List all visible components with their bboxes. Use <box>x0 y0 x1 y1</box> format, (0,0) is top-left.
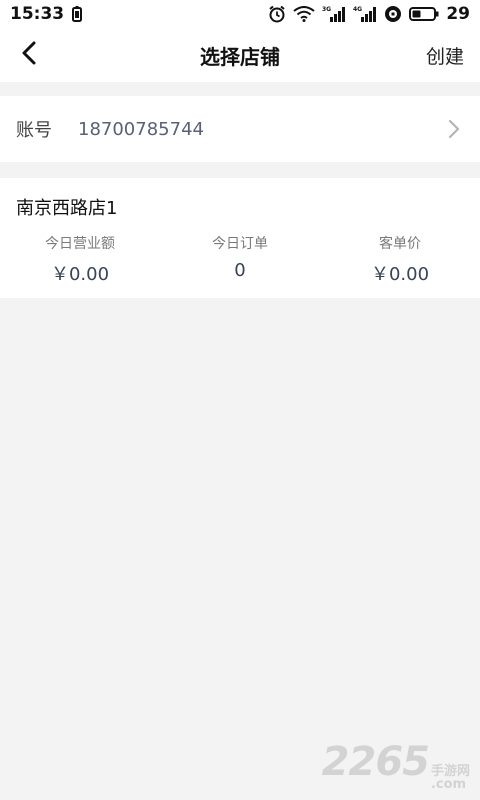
chevron-left-icon <box>21 41 37 69</box>
stat-label: 客单价 <box>379 236 421 252</box>
create-button[interactable]: 创建 <box>426 42 464 69</box>
nav-bar: 选择店铺 创建 <box>0 28 480 82</box>
svg-text:3G: 3G <box>322 6 331 13</box>
battery-icon <box>409 6 439 22</box>
stat-revenue: 今日营业额 ￥0.00 <box>0 234 160 286</box>
watermark-text: 手游网 <box>430 763 470 779</box>
hd-icon <box>384 5 402 23</box>
account-value: 18700785744 <box>78 118 204 140</box>
watermark-domain: .com <box>430 777 467 793</box>
svg-text:4G: 4G <box>353 6 362 13</box>
store-card[interactable]: 南京西路店1 今日营业额 ￥0.00 今日订单 0 客单价 ￥0.00 <box>0 178 480 298</box>
alarm-icon <box>268 5 286 23</box>
stat-label: 今日营业额 <box>45 236 115 252</box>
store-stats: 今日营业额 ￥0.00 今日订单 0 客单价 ￥0.00 <box>0 234 480 286</box>
status-bar: 15:33 3G 4G 29 <box>0 0 480 28</box>
watermark-sub: 手游网 .com <box>431 765 470 792</box>
battery-saver-icon <box>72 6 83 22</box>
signal-4g-icon: 4G <box>353 5 377 23</box>
watermark-number: 2265 <box>321 738 430 785</box>
stat-value: 0 <box>234 260 246 281</box>
stat-value: ￥0.00 <box>370 264 430 285</box>
signal-3g-icon: 3G <box>322 5 346 23</box>
wifi-icon <box>293 6 315 22</box>
status-time: 15:33 <box>10 4 65 24</box>
stat-label: 今日订单 <box>212 236 268 252</box>
watermark-logo: 2265 手游网 .com <box>322 739 470 792</box>
stat-avg-price: 客单价 ￥0.00 <box>320 234 480 286</box>
account-row[interactable]: 账号 18700785744 <box>0 96 480 162</box>
account-label: 账号 <box>16 120 52 141</box>
back-button[interactable] <box>14 40 44 70</box>
stat-orders: 今日订单 0 <box>160 234 320 286</box>
store-name: 南京西路店1 <box>16 198 118 219</box>
stat-value: ￥0.00 <box>50 264 110 285</box>
battery-level: 29 <box>446 4 470 24</box>
page-title: 选择店铺 <box>200 44 280 69</box>
chevron-right-icon <box>444 117 464 141</box>
